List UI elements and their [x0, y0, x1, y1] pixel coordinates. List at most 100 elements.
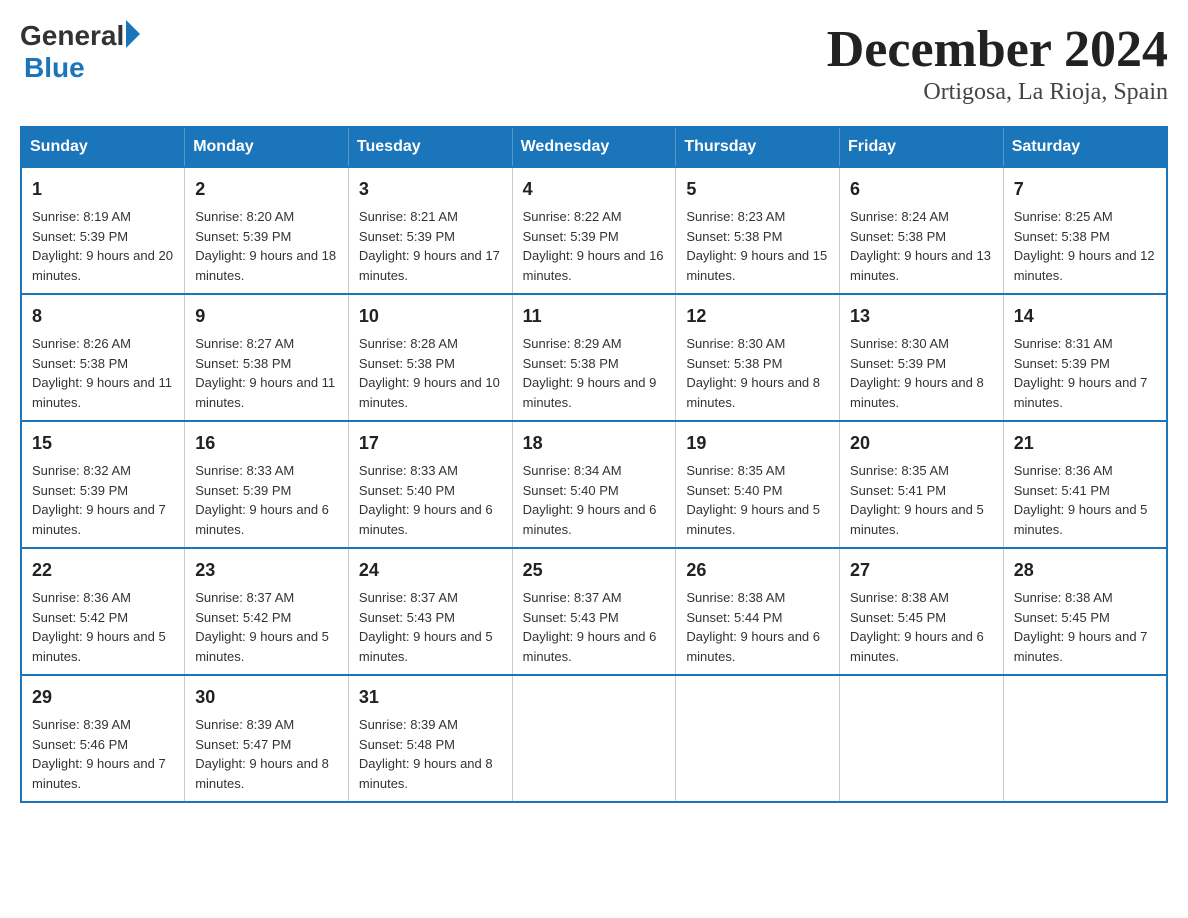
calendar-week-row: 8 Sunrise: 8:26 AMSunset: 5:38 PMDaylight… [21, 294, 1167, 421]
day-number: 5 [686, 176, 829, 203]
day-number: 27 [850, 557, 993, 584]
day-info: Sunrise: 8:35 AMSunset: 5:41 PMDaylight:… [850, 461, 993, 539]
daylight-text: Daylight: 9 hours and 6 minutes. [686, 629, 820, 664]
day-number: 3 [359, 176, 502, 203]
day-info: Sunrise: 8:26 AMSunset: 5:38 PMDaylight:… [32, 334, 174, 412]
day-info: Sunrise: 8:37 AMSunset: 5:42 PMDaylight:… [195, 588, 338, 666]
day-number: 15 [32, 430, 174, 457]
sunset-text: Sunset: 5:39 PM [195, 229, 291, 244]
sunset-text: Sunset: 5:45 PM [850, 610, 946, 625]
sunrise-text: Sunrise: 8:37 AM [359, 590, 458, 605]
daylight-text: Daylight: 9 hours and 8 minutes. [359, 756, 493, 791]
sunrise-text: Sunrise: 8:28 AM [359, 336, 458, 351]
sunrise-text: Sunrise: 8:33 AM [195, 463, 294, 478]
sunset-text: Sunset: 5:38 PM [32, 356, 128, 371]
calendar-header-row: Sunday Monday Tuesday Wednesday Thursday… [21, 127, 1167, 167]
day-number: 1 [32, 176, 174, 203]
day-info: Sunrise: 8:37 AMSunset: 5:43 PMDaylight:… [523, 588, 666, 666]
sunrise-text: Sunrise: 8:34 AM [523, 463, 622, 478]
calendar-week-row: 29Sunrise: 8:39 AMSunset: 5:46 PMDayligh… [21, 675, 1167, 802]
table-row: 8 Sunrise: 8:26 AMSunset: 5:38 PMDaylight… [21, 294, 185, 421]
daylight-text: Daylight: 9 hours and 5 minutes. [686, 502, 820, 537]
day-info: Sunrise: 8:34 AMSunset: 5:40 PMDaylight:… [523, 461, 666, 539]
sunset-text: Sunset: 5:42 PM [32, 610, 128, 625]
day-number: 10 [359, 303, 502, 330]
logo-blue-text: Blue [24, 52, 85, 83]
sunrise-text: Sunrise: 8:37 AM [523, 590, 622, 605]
day-info: Sunrise: 8:39 AM Sunset: 5:46 PM Daylight:… [32, 715, 174, 793]
day-number: 21 [1014, 430, 1156, 457]
table-row: 13Sunrise: 8:30 AMSunset: 5:39 PMDayligh… [840, 294, 1004, 421]
logo-general-text: General [20, 20, 124, 52]
sunset-text: Sunset: 5:38 PM [195, 356, 291, 371]
sunrise-text: Sunrise: 8:30 AM [850, 336, 949, 351]
calendar-week-row: 1 Sunrise: 8:19 AMSunset: 5:39 PMDaylight… [21, 167, 1167, 294]
sunset-text: Sunset: 5:44 PM [686, 610, 782, 625]
daylight-text: Daylight: 9 hours and 7 minutes. [1014, 629, 1148, 664]
daylight-text: Daylight: 9 hours and 6 minutes. [523, 502, 657, 537]
table-row: 11Sunrise: 8:29 AMSunset: 5:38 PMDayligh… [512, 294, 676, 421]
day-info: Sunrise: 8:23 AMSunset: 5:38 PMDaylight:… [686, 207, 829, 285]
day-number: 20 [850, 430, 993, 457]
table-row: 26Sunrise: 8:38 AMSunset: 5:44 PMDayligh… [676, 548, 840, 675]
day-info: Sunrise: 8:19 AMSunset: 5:39 PMDaylight:… [32, 207, 174, 285]
daylight-text: Daylight: 9 hours and 5 minutes. [32, 629, 166, 664]
day-number: 28 [1014, 557, 1156, 584]
sunset-text: Sunset: 5:48 PM [359, 737, 455, 752]
daylight-text: Daylight: 9 hours and 6 minutes. [523, 629, 657, 664]
table-row: 25 Sunrise: 8:37 AMSunset: 5:43 PMDayligh… [512, 548, 676, 675]
daylight-text: Daylight: 9 hours and 8 minutes. [195, 756, 329, 791]
col-wednesday: Wednesday [512, 127, 676, 167]
sunrise-text: Sunrise: 8:24 AM [850, 209, 949, 224]
col-tuesday: Tuesday [348, 127, 512, 167]
day-number: 6 [850, 176, 993, 203]
sunrise-text: Sunrise: 8:36 AM [32, 590, 131, 605]
day-info: Sunrise: 8:29 AMSunset: 5:38 PMDaylight:… [523, 334, 666, 412]
daylight-text: Daylight: 9 hours and 5 minutes. [850, 502, 984, 537]
day-info: Sunrise: 8:30 AMSunset: 5:39 PMDaylight:… [850, 334, 993, 412]
sunrise-text: Sunrise: 8:38 AM [686, 590, 785, 605]
table-row: 31Sunrise: 8:39 AMSunset: 5:48 PMDayligh… [348, 675, 512, 802]
day-number: 8 [32, 303, 174, 330]
daylight-text: Daylight: 9 hours and 20 minutes. [32, 248, 173, 283]
day-number: 30 [195, 684, 338, 711]
table-row: 19Sunrise: 8:35 AMSunset: 5:40 PMDayligh… [676, 421, 840, 548]
day-info: Sunrise: 8:39 AMSunset: 5:48 PMDaylight:… [359, 715, 502, 793]
sunset-text: Sunset: 5:39 PM [1014, 356, 1110, 371]
daylight-text: Daylight: 9 hours and 7 minutes. [32, 756, 166, 791]
sunrise-text: Sunrise: 8:32 AM [32, 463, 131, 478]
day-number: 19 [686, 430, 829, 457]
day-info: Sunrise: 8:24 AMSunset: 5:38 PMDaylight:… [850, 207, 993, 285]
sunrise-text: Sunrise: 8:25 AM [1014, 209, 1113, 224]
day-info: Sunrise: 8:20 AMSunset: 5:39 PMDaylight:… [195, 207, 338, 285]
sunset-text: Sunset: 5:42 PM [195, 610, 291, 625]
daylight-text: Daylight: 9 hours and 11 minutes. [32, 375, 172, 410]
table-row: 3 Sunrise: 8:21 AMSunset: 5:39 PMDaylight… [348, 167, 512, 294]
day-number: 25 [523, 557, 666, 584]
sunrise-text: Sunrise: 8:36 AM [1014, 463, 1113, 478]
sunset-text: Sunset: 5:40 PM [686, 483, 782, 498]
table-row: 27Sunrise: 8:38 AMSunset: 5:45 PMDayligh… [840, 548, 1004, 675]
table-row: 24Sunrise: 8:37 AMSunset: 5:43 PMDayligh… [348, 548, 512, 675]
table-row: 12Sunrise: 8:30 AMSunset: 5:38 PMDayligh… [676, 294, 840, 421]
logo-area: General Blue [20, 20, 140, 84]
daylight-text: Daylight: 9 hours and 15 minutes. [686, 248, 827, 283]
logo-triangle-icon [126, 20, 140, 48]
sunrise-text: Sunrise: 8:38 AM [850, 590, 949, 605]
sunrise-text: Sunrise: 8:29 AM [523, 336, 622, 351]
calendar-week-row: 15Sunrise: 8:32 AMSunset: 5:39 PMDayligh… [21, 421, 1167, 548]
day-info: Sunrise: 8:37 AMSunset: 5:43 PMDaylight:… [359, 588, 502, 666]
sunrise-text: Sunrise: 8:39 AM [32, 717, 131, 732]
daylight-text: Daylight: 9 hours and 6 minutes. [195, 502, 329, 537]
table-row [1003, 675, 1167, 802]
day-info: Sunrise: 8:33 AMSunset: 5:40 PMDaylight:… [359, 461, 502, 539]
sunset-text: Sunset: 5:40 PM [359, 483, 455, 498]
sunset-text: Sunset: 5:38 PM [850, 229, 946, 244]
col-saturday: Saturday [1003, 127, 1167, 167]
sunset-text: Sunset: 5:46 PM [32, 737, 128, 752]
sunrise-text: Sunrise: 8:39 AM [195, 717, 294, 732]
day-info: Sunrise: 8:21 AMSunset: 5:39 PMDaylight:… [359, 207, 502, 285]
table-row: 23Sunrise: 8:37 AMSunset: 5:42 PMDayligh… [185, 548, 349, 675]
sunset-text: Sunset: 5:41 PM [1014, 483, 1110, 498]
table-row: 14Sunrise: 8:31 AMSunset: 5:39 PMDayligh… [1003, 294, 1167, 421]
